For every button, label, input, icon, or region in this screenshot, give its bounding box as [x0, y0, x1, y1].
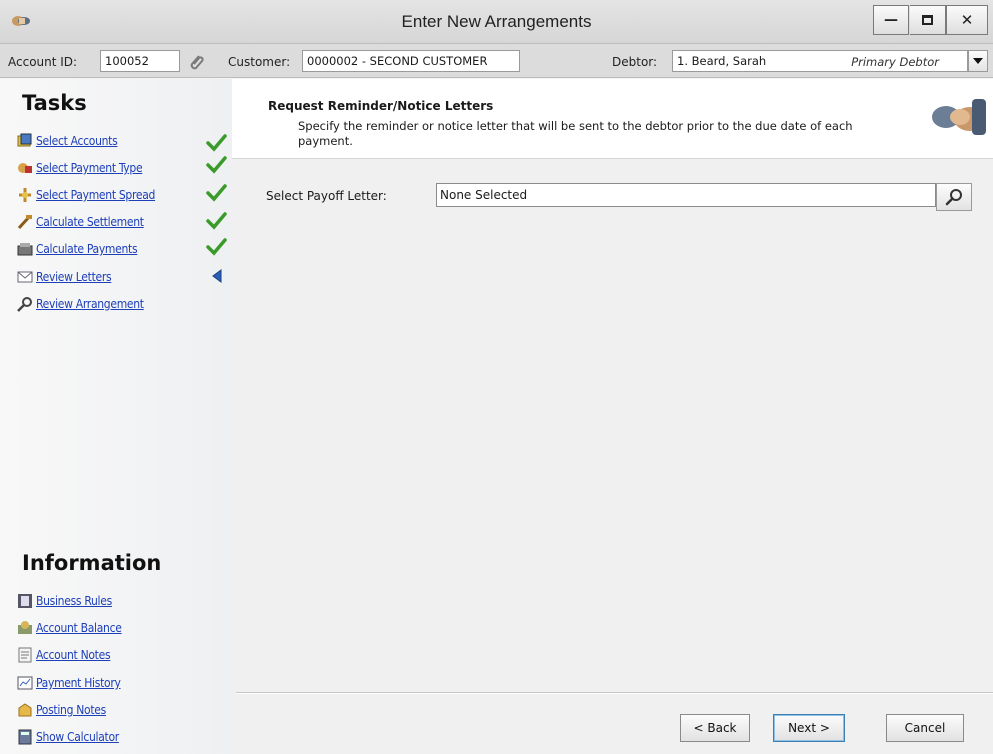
window-title: Enter New Arrangements — [401, 12, 592, 31]
checkmark-icon — [206, 156, 227, 174]
task-label[interactable]: Review Arrangement — [36, 297, 144, 311]
close-icon: ✕ — [960, 11, 974, 29]
checkmark-icon — [206, 184, 227, 202]
info-label[interactable]: Payment History — [36, 676, 121, 690]
task-label[interactable]: Review Letters — [36, 270, 112, 284]
task-calculate-payments[interactable]: Calculate Payments — [17, 238, 232, 259]
task-label[interactable]: Calculate Settlement — [36, 215, 144, 229]
payoff-letter-label: Select Payoff Letter: — [266, 189, 387, 203]
close-button[interactable]: ✕ — [946, 5, 988, 35]
paperclip-icon[interactable] — [186, 53, 206, 71]
info-label[interactable]: Business Rules — [36, 594, 112, 608]
accounts-icon — [17, 133, 32, 147]
account-bar: Account ID: 100052 Customer: 0000002 - S… — [0, 44, 993, 78]
debtor-role: Primary Debtor — [851, 55, 939, 69]
info-label[interactable]: Posting Notes — [36, 703, 106, 717]
task-select-payment-spread[interactable]: Select Payment Spread — [17, 184, 232, 205]
step-title: Request Reminder/Notice Letters — [268, 99, 494, 113]
info-business-rules[interactable]: Business Rules — [17, 591, 232, 611]
cancel-button[interactable]: Cancel — [886, 714, 964, 742]
task-label[interactable]: Select Payment Type — [36, 161, 143, 175]
letters-icon — [17, 271, 33, 283]
debtor-select[interactable]: 1. Beard, Sarah Primary Debtor — [672, 50, 968, 72]
search-icon — [945, 189, 962, 206]
payment-type-icon — [18, 163, 32, 173]
info-payment-history[interactable]: Payment History — [17, 673, 232, 693]
checkmark-icon — [206, 238, 227, 256]
customer-label: Customer: — [228, 55, 291, 69]
business-rules-icon — [18, 594, 32, 608]
info-account-notes[interactable]: Account Notes — [17, 645, 232, 665]
info-label[interactable]: Show Calculator — [36, 730, 119, 744]
task-review-arrangement[interactable]: Review Arrangement — [17, 294, 232, 314]
next-button[interactable]: Next > — [773, 714, 845, 742]
account-balance-icon — [18, 621, 32, 634]
current-step-arrow-icon — [212, 269, 222, 283]
task-label[interactable]: Calculate Payments — [36, 242, 138, 256]
debtor-dropdown-button[interactable] — [968, 50, 988, 72]
info-account-balance[interactable]: Account Balance — [17, 618, 232, 638]
minimize-button[interactable]: — — [873, 5, 909, 35]
payment-history-icon — [17, 676, 33, 690]
handshake-icon — [932, 99, 986, 135]
info-label[interactable]: Account Balance — [36, 621, 122, 635]
tasks-title: Tasks — [22, 91, 87, 115]
footer-divider — [236, 692, 993, 694]
checkmark-icon — [206, 134, 227, 152]
payment-spread-icon — [19, 188, 31, 202]
maximize-icon — [922, 15, 933, 25]
task-select-payment-type[interactable]: Select Payment Type — [17, 156, 232, 178]
magnifier-icon — [17, 297, 32, 312]
notes-icon — [18, 647, 32, 663]
task-select-accounts[interactable]: Select Accounts — [17, 131, 232, 152]
main-panel: Request Reminder/Notice Letters Specify … — [232, 79, 993, 754]
task-review-letters[interactable]: Review Letters — [17, 267, 232, 287]
checkmark-icon — [206, 212, 227, 230]
info-posting-notes[interactable]: Posting Notes — [17, 700, 232, 720]
debtor-value: 1. Beard, Sarah — [677, 54, 767, 68]
customer-field[interactable]: 0000002 - SECOND CUSTOMER — [302, 50, 520, 72]
task-label[interactable]: Select Payment Spread — [36, 188, 155, 202]
information-title: Information — [22, 551, 162, 575]
payoff-letter-lookup-button[interactable] — [936, 183, 972, 211]
title-bar: Enter New Arrangements — ✕ — [0, 0, 993, 44]
task-calculate-settlement[interactable]: Calculate Settlement — [17, 212, 232, 232]
info-show-calculator[interactable]: Show Calculator — [17, 727, 232, 747]
back-button[interactable]: < Back — [680, 714, 750, 742]
task-label[interactable]: Select Accounts — [36, 134, 118, 148]
left-panel: Tasks Select Accounts Select Payment Typ… — [0, 79, 232, 754]
settlement-icon — [17, 215, 32, 230]
step-header: Request Reminder/Notice Letters Specify … — [232, 79, 993, 159]
calculator-icon — [18, 729, 32, 745]
account-id-field[interactable]: 100052 — [100, 50, 180, 72]
maximize-button[interactable] — [910, 5, 946, 35]
payoff-letter-field[interactable]: None Selected — [436, 183, 936, 207]
posting-notes-icon — [18, 703, 32, 717]
chevron-down-icon — [973, 58, 983, 64]
account-id-label: Account ID: — [8, 55, 78, 69]
step-description: Specify the reminder or notice letter th… — [298, 119, 853, 148]
debtor-label: Debtor: — [612, 55, 658, 69]
minimize-icon: — — [884, 12, 898, 28]
info-label[interactable]: Account Notes — [36, 648, 111, 662]
payments-icon — [17, 243, 33, 256]
